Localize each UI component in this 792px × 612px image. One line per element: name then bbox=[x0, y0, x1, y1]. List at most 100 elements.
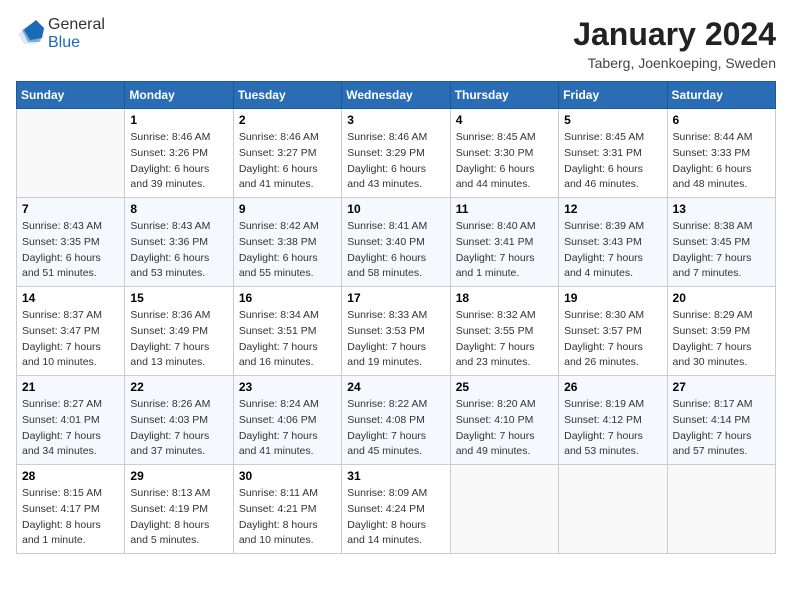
day-cell: 28 Sunrise: 8:15 AMSunset: 4:17 PMDayligh… bbox=[17, 465, 125, 554]
day-number: 18 bbox=[456, 291, 553, 305]
day-number: 5 bbox=[564, 113, 661, 127]
day-cell bbox=[17, 109, 125, 198]
days-of-week-row: SundayMondayTuesdayWednesdayThursdayFrid… bbox=[17, 82, 776, 109]
day-number: 1 bbox=[130, 113, 227, 127]
day-info: Sunrise: 8:27 AMSunset: 4:01 PMDaylight:… bbox=[22, 397, 119, 460]
day-number: 9 bbox=[239, 202, 336, 216]
day-of-week-friday: Friday bbox=[559, 82, 667, 109]
day-cell: 18 Sunrise: 8:32 AMSunset: 3:55 PMDayligh… bbox=[450, 287, 558, 376]
day-cell: 30Sunrise: 8:11 AMSunset: 4:21 PMDayligh… bbox=[233, 465, 341, 554]
day-of-week-sunday: Sunday bbox=[17, 82, 125, 109]
day-cell: 14 Sunrise: 8:37 AMSunset: 3:47 PMDayligh… bbox=[17, 287, 125, 376]
day-info: Sunrise: 8:13 AMSunset: 4:19 PMDaylight:… bbox=[130, 486, 227, 549]
day-cell bbox=[559, 465, 667, 554]
day-cell: 22 Sunrise: 8:26 AMSunset: 4:03 PMDayligh… bbox=[125, 376, 233, 465]
day-info: Sunrise: 8:22 AMSunset: 4:08 PMDaylight:… bbox=[347, 397, 444, 460]
title-block: January 2024 Taberg, Joenkoeping, Sweden bbox=[573, 16, 776, 71]
day-number: 16 bbox=[239, 291, 336, 305]
day-number: 21 bbox=[22, 380, 119, 394]
day-cell: 12 Sunrise: 8:39 AMSunset: 3:43 PMDayligh… bbox=[559, 198, 667, 287]
day-cell: 4 Sunrise: 8:45 AMSunset: 3:30 PMDaylight… bbox=[450, 109, 558, 198]
week-row-4: 21 Sunrise: 8:27 AMSunset: 4:01 PMDayligh… bbox=[17, 376, 776, 465]
day-info: Sunrise: 8:19 AMSunset: 4:12 PMDaylight:… bbox=[564, 397, 661, 460]
day-info: Sunrise: 8:43 AMSunset: 3:36 PMDaylight:… bbox=[130, 219, 227, 282]
day-number: 22 bbox=[130, 380, 227, 394]
day-cell: 2 Sunrise: 8:46 AMSunset: 3:27 PMDaylight… bbox=[233, 109, 341, 198]
day-cell: 7Sunrise: 8:43 AMSunset: 3:35 PMDaylight… bbox=[17, 198, 125, 287]
day-info: Sunrise: 8:26 AMSunset: 4:03 PMDaylight:… bbox=[130, 397, 227, 460]
day-cell: 24 Sunrise: 8:22 AMSunset: 4:08 PMDayligh… bbox=[342, 376, 450, 465]
page-header: General Blue January 2024 Taberg, Joenko… bbox=[16, 16, 776, 71]
month-year-title: January 2024 bbox=[573, 16, 776, 53]
day-number: 6 bbox=[673, 113, 770, 127]
week-row-1: 1 Sunrise: 8:46 AMSunset: 3:26 PMDaylight… bbox=[17, 109, 776, 198]
calendar-table: SundayMondayTuesdayWednesdayThursdayFrid… bbox=[16, 81, 776, 554]
day-info: Sunrise: 8:29 AMSunset: 3:59 PMDaylight:… bbox=[673, 308, 770, 371]
day-info: Sunrise: 8:46 AMSunset: 3:29 PMDaylight:… bbox=[347, 130, 444, 193]
day-cell: 21 Sunrise: 8:27 AMSunset: 4:01 PMDayligh… bbox=[17, 376, 125, 465]
day-number: 28 bbox=[22, 469, 119, 483]
day-cell: 17 Sunrise: 8:33 AMSunset: 3:53 PMDayligh… bbox=[342, 287, 450, 376]
day-cell: 26Sunrise: 8:19 AMSunset: 4:12 PMDayligh… bbox=[559, 376, 667, 465]
day-info: Sunrise: 8:33 AMSunset: 3:53 PMDaylight:… bbox=[347, 308, 444, 371]
day-number: 15 bbox=[130, 291, 227, 305]
day-number: 20 bbox=[673, 291, 770, 305]
day-info: Sunrise: 8:41 AMSunset: 3:40 PMDaylight:… bbox=[347, 219, 444, 282]
day-info: Sunrise: 8:38 AMSunset: 3:45 PMDaylight:… bbox=[673, 219, 770, 282]
day-info: Sunrise: 8:24 AMSunset: 4:06 PMDaylight:… bbox=[239, 397, 336, 460]
day-number: 30 bbox=[239, 469, 336, 483]
day-info: Sunrise: 8:45 AMSunset: 3:31 PMDaylight:… bbox=[564, 130, 661, 193]
day-info: Sunrise: 8:32 AMSunset: 3:55 PMDaylight:… bbox=[456, 308, 553, 371]
day-number: 24 bbox=[347, 380, 444, 394]
day-info: Sunrise: 8:45 AMSunset: 3:30 PMDaylight:… bbox=[456, 130, 553, 193]
day-of-week-saturday: Saturday bbox=[667, 82, 775, 109]
logo-text: General Blue bbox=[48, 16, 105, 52]
location-subtitle: Taberg, Joenkoeping, Sweden bbox=[573, 55, 776, 71]
day-number: 17 bbox=[347, 291, 444, 305]
day-number: 4 bbox=[456, 113, 553, 127]
day-cell: 6Sunrise: 8:44 AMSunset: 3:33 PMDaylight… bbox=[667, 109, 775, 198]
day-info: Sunrise: 8:46 AMSunset: 3:26 PMDaylight:… bbox=[130, 130, 227, 193]
day-number: 14 bbox=[22, 291, 119, 305]
week-row-3: 14 Sunrise: 8:37 AMSunset: 3:47 PMDayligh… bbox=[17, 287, 776, 376]
day-number: 2 bbox=[239, 113, 336, 127]
day-info: Sunrise: 8:17 AMSunset: 4:14 PMDaylight:… bbox=[673, 397, 770, 460]
day-number: 13 bbox=[673, 202, 770, 216]
day-cell: 29 Sunrise: 8:13 AMSunset: 4:19 PMDayligh… bbox=[125, 465, 233, 554]
day-info: Sunrise: 8:46 AMSunset: 3:27 PMDaylight:… bbox=[239, 130, 336, 193]
day-number: 7 bbox=[22, 202, 119, 216]
day-number: 27 bbox=[673, 380, 770, 394]
day-info: Sunrise: 8:37 AMSunset: 3:47 PMDaylight:… bbox=[22, 308, 119, 371]
day-cell: 27 Sunrise: 8:17 AMSunset: 4:14 PMDayligh… bbox=[667, 376, 775, 465]
day-info: Sunrise: 8:15 AMSunset: 4:17 PMDaylight:… bbox=[22, 486, 119, 549]
logo-blue: Blue bbox=[48, 34, 80, 51]
day-number: 23 bbox=[239, 380, 336, 394]
day-cell: 31Sunrise: 8:09 AMSunset: 4:24 PMDayligh… bbox=[342, 465, 450, 554]
day-info: Sunrise: 8:20 AMSunset: 4:10 PMDaylight:… bbox=[456, 397, 553, 460]
day-number: 29 bbox=[130, 469, 227, 483]
day-cell bbox=[667, 465, 775, 554]
day-cell: 19Sunrise: 8:30 AMSunset: 3:57 PMDayligh… bbox=[559, 287, 667, 376]
day-info: Sunrise: 8:39 AMSunset: 3:43 PMDaylight:… bbox=[564, 219, 661, 282]
day-cell: 8 Sunrise: 8:43 AMSunset: 3:36 PMDaylight… bbox=[125, 198, 233, 287]
day-info: Sunrise: 8:42 AMSunset: 3:38 PMDaylight:… bbox=[239, 219, 336, 282]
day-cell: 11Sunrise: 8:40 AMSunset: 3:41 PMDayligh… bbox=[450, 198, 558, 287]
week-row-2: 7Sunrise: 8:43 AMSunset: 3:35 PMDaylight… bbox=[17, 198, 776, 287]
day-of-week-monday: Monday bbox=[125, 82, 233, 109]
day-cell: 25Sunrise: 8:20 AMSunset: 4:10 PMDayligh… bbox=[450, 376, 558, 465]
day-of-week-wednesday: Wednesday bbox=[342, 82, 450, 109]
day-cell bbox=[450, 465, 558, 554]
week-row-5: 28 Sunrise: 8:15 AMSunset: 4:17 PMDayligh… bbox=[17, 465, 776, 554]
day-cell: 5 Sunrise: 8:45 AMSunset: 3:31 PMDaylight… bbox=[559, 109, 667, 198]
day-cell: 16Sunrise: 8:34 AMSunset: 3:51 PMDayligh… bbox=[233, 287, 341, 376]
day-number: 31 bbox=[347, 469, 444, 483]
day-of-week-thursday: Thursday bbox=[450, 82, 558, 109]
day-number: 8 bbox=[130, 202, 227, 216]
day-number: 12 bbox=[564, 202, 661, 216]
logo-icon bbox=[16, 20, 44, 48]
logo: General Blue bbox=[16, 16, 105, 52]
day-of-week-tuesday: Tuesday bbox=[233, 82, 341, 109]
day-cell: 3Sunrise: 8:46 AMSunset: 3:29 PMDaylight… bbox=[342, 109, 450, 198]
day-number: 11 bbox=[456, 202, 553, 216]
logo-general: General bbox=[48, 16, 105, 33]
